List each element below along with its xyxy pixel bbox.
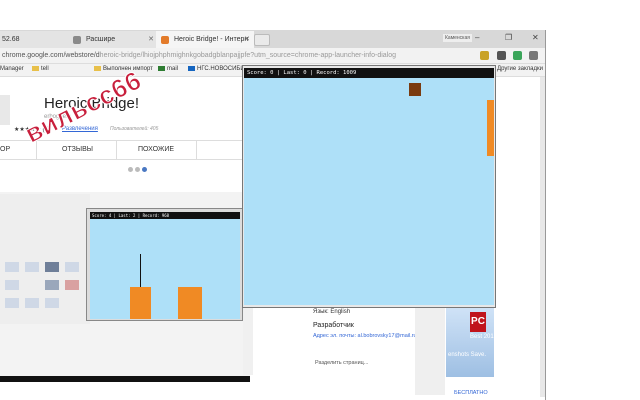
browser-tab-3[interactable]: Heroic Bridge! - Интерн ✕: [156, 31, 254, 48]
tab-related[interactable]: ПОХОЖИЕ: [138, 146, 174, 153]
hero-block: [409, 83, 421, 96]
url-text[interactable]: chrome.google.com/webstore/dheroic-bridg…: [2, 52, 396, 59]
pc-logo: PC: [470, 312, 486, 332]
users-count: Пользователей: 405: [110, 126, 159, 132]
folder-icon: [32, 66, 39, 71]
url-host: chrome.google.com: [2, 52, 64, 59]
preview-tile: [25, 298, 39, 308]
bookmark-mail[interactable]: mail: [158, 66, 178, 72]
share-text: Разделить страниц...: [315, 360, 369, 366]
game-icon: [161, 36, 169, 44]
mail-icon: [158, 66, 165, 71]
carousel-dot[interactable]: [128, 167, 133, 172]
extension-icon[interactable]: [513, 51, 522, 60]
developer-header: Разработчик: [313, 322, 354, 329]
preview-tile: [5, 298, 19, 308]
puzzle-icon: [73, 36, 81, 44]
site-icon: [188, 66, 195, 71]
preview-tile: [45, 262, 59, 272]
preview-tile: [45, 280, 59, 290]
preview-tile: [65, 280, 79, 290]
tab-label: Расшире: [86, 36, 116, 43]
language-info: Язык: English: [313, 309, 351, 315]
carousel-dot[interactable]: [135, 167, 140, 172]
maximize-button[interactable]: ❐: [505, 33, 512, 42]
new-tab-button[interactable]: [254, 34, 270, 46]
url-rest: heroic-bridge/lhiojphphmighnkgobadgblanp…: [99, 52, 396, 59]
bookmark-label: tell: [41, 66, 49, 73]
bookmark-label: НГС.НОВОСИБИ: [197, 66, 245, 73]
side-panel: [415, 305, 445, 395]
tab-reviews[interactable]: ОТЗЫВЫ: [62, 146, 93, 153]
browser-tab-2[interactable]: Расшире ✕: [68, 31, 158, 48]
carousel-footer: [0, 376, 250, 382]
extension-icon[interactable]: [480, 51, 489, 60]
tab-label: Heroic Bridge! - Интерн: [174, 36, 249, 43]
tab-divider: [116, 140, 117, 160]
game-canvas[interactable]: [90, 219, 240, 319]
profile-button[interactable]: Каменская: [443, 34, 472, 42]
tab-label: 52.68: [2, 36, 20, 43]
window-border: [545, 30, 546, 400]
score-bar: Score: 4 | Last: 2 | Record: 968: [90, 212, 240, 219]
tab-overview[interactable]: ОР: [0, 146, 10, 153]
folder-icon: [94, 66, 101, 71]
badge-best: Best 2015: [470, 334, 497, 340]
menu-icon[interactable]: [529, 51, 538, 60]
pillar: [487, 100, 494, 156]
close-icon[interactable]: ✕: [148, 31, 154, 48]
close-button[interactable]: ✕: [532, 33, 539, 42]
game-canvas[interactable]: [244, 78, 494, 305]
tab-divider: [196, 140, 197, 160]
carousel-dot-active[interactable]: [142, 167, 147, 172]
bookmark-label: mail: [167, 66, 179, 73]
pillar: [178, 287, 202, 319]
pillar: [130, 287, 151, 319]
extension-icon[interactable]: [497, 51, 506, 60]
info-strip: [243, 305, 253, 375]
bookmark-other[interactable]: Другие закладки: [497, 66, 543, 72]
preview-tile: [25, 262, 39, 272]
free-label: БЕСПЛАТНО: [454, 390, 488, 396]
preview-tile: [5, 262, 19, 272]
minimize-button[interactable]: –: [475, 33, 479, 42]
screen: 52.68 Расшире ✕ Heroic Bridge! - Интерн …: [0, 0, 640, 400]
badge-best-label: Best: [470, 334, 483, 340]
preview-tile: [65, 262, 79, 272]
close-icon[interactable]: ✕: [244, 31, 250, 48]
badge-year: 2015: [483, 334, 498, 340]
bridge-stick: [140, 254, 141, 287]
bookmark-manager[interactable]: Manager: [0, 66, 24, 72]
score-bar: Score: 0 | Last: 0 | Record: 1009: [244, 68, 494, 78]
badge-text: enshots Save.: [448, 352, 487, 358]
preview-tile: [5, 280, 19, 290]
app-thumbnail: [0, 95, 10, 125]
bookmark-ngs[interactable]: НГС.НОВОСИБИ: [188, 66, 245, 72]
preview-tile: [45, 298, 59, 308]
url-path: /webstore/d: [63, 52, 100, 59]
bookmark-tell[interactable]: tell: [32, 66, 49, 72]
developer-email-link[interactable]: Адрес эл. почты: al.bobrovsky17@mail.ru: [313, 333, 417, 339]
browser-tab-1[interactable]: 52.68: [0, 31, 70, 48]
